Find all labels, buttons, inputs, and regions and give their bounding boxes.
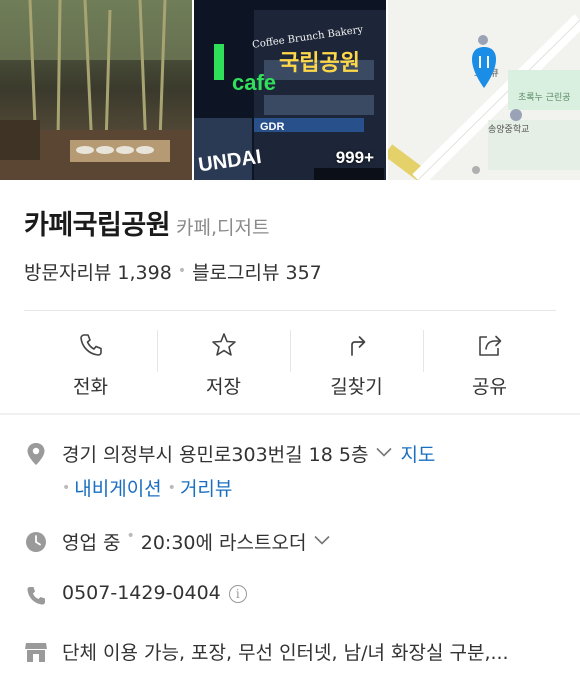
last-order-text: 20:30에 라스트오더 [140,532,307,554]
blog-review-count: 357 [285,261,322,284]
chevron-down-icon[interactable] [376,440,393,462]
phone-icon [24,584,48,608]
map-link[interactable]: 지도 [400,440,435,467]
sign-name-text: 국립공원 [279,51,360,76]
directions-button[interactable]: 길찾기 [290,318,423,408]
facility-row[interactable]: 단체 이용 가능, 포장, 무선 인터넷, 남/녀 화장실 구분,... [24,638,560,665]
interior-photo[interactable] [0,0,192,180]
blog-review-link[interactable]: 블로그리뷰 357 [192,258,322,285]
phone-icon [76,330,106,360]
separator-dot: • [126,528,135,544]
phone-number[interactable]: 0507-1429-0404 [62,582,221,604]
location-pin-icon [24,442,48,466]
photo-strip[interactable]: Coffee Brunch Bakery cafe 국립공원 GDR UNDAI… [0,0,580,180]
bullet-dot: • [167,479,176,496]
place-category: 카페,디저트 [176,217,270,239]
separator-dot: • [177,263,187,279]
share-button[interactable]: 공유 [423,318,556,408]
divider [24,310,556,311]
visitor-review-count: 1,398 [117,261,172,284]
map-label-school: 송양중학교 [488,124,529,135]
save-label: 저장 [206,376,241,398]
share-icon [475,330,505,360]
place-name: 카페국립공원 [24,210,171,241]
navigation-link[interactable]: 내비게이션 [74,474,161,501]
hours-row[interactable]: 영업 중 • 20:30에 라스트오더 [24,528,560,555]
review-summary: 방문자리뷰 1,398 • 블로그리뷰 357 [24,256,322,286]
info-icon[interactable]: i [228,585,247,603]
storefront-photo[interactable]: Coffee Brunch Bakery cafe 국립공원 GDR UNDAI… [194,0,386,180]
street-view-link[interactable]: 거리뷰 [180,474,232,501]
visitor-review-link[interactable]: 방문자리뷰 1,398 [24,258,172,285]
chevron-down-icon[interactable] [314,528,331,550]
sign-cafe-text: cafe [232,70,276,95]
directions-label: 길찾기 [330,376,383,398]
phone-row: 0507-1429-0404 i [24,582,560,608]
save-button[interactable]: 저장 [157,318,290,408]
address-sub-links: • 내비게이션 • 거리뷰 [62,474,232,501]
place-title-row: 카페국립공원 카페,디저트 [24,203,270,243]
call-button[interactable]: 전화 [24,318,157,408]
sign-gdr-text: GDR [260,121,285,133]
clock-icon [24,530,48,554]
address-row: 경기 의정부시 용민로303번길 18 5층 지도 [24,440,560,467]
photo-count-badge: 999+ [335,148,374,167]
map-label-park: 초록누 근린공 [518,92,571,103]
store-icon [24,640,48,664]
star-icon [209,330,239,360]
address-text[interactable]: 경기 의정부시 용민로303번길 18 5층 [62,440,368,467]
call-label: 전화 [73,376,108,398]
section-divider [0,413,580,415]
action-bar: 전화 저장 길찾기 공유 [24,318,556,408]
facilities-text: 단체 이용 가능, 포장, 무선 인터넷, 남/녀 화장실 구분,... [62,642,509,664]
open-status: 영업 중 [62,532,121,554]
share-label: 공유 [472,376,507,398]
map-thumbnail[interactable]: 오토큐 초록누 근린공 송양중학교 [388,0,580,180]
directions-icon [342,330,372,360]
bullet-dot: • [62,479,71,496]
